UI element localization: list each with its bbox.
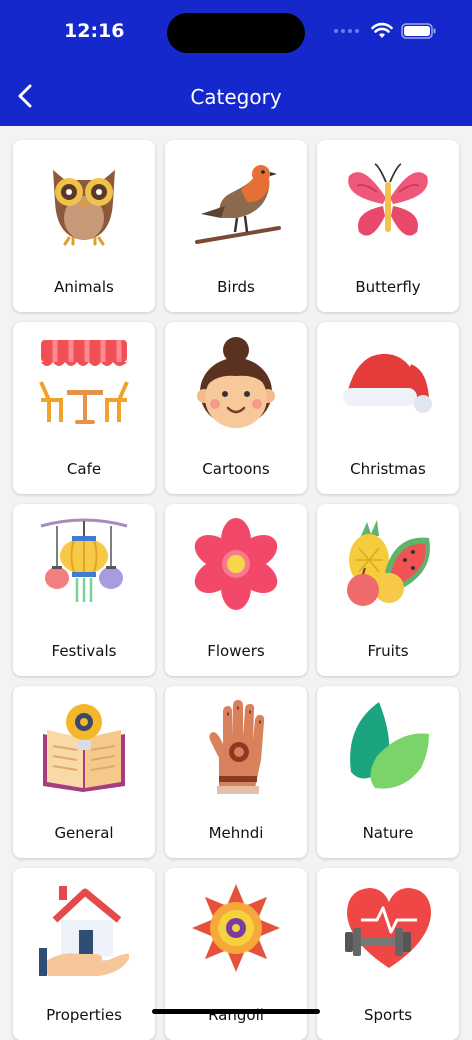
category-card-nature[interactable]: Nature [317, 686, 459, 858]
category-card-flowers[interactable]: Flowers [165, 504, 307, 676]
page-title: Category [190, 85, 282, 109]
wifi-icon [371, 22, 393, 38]
cartoon-face-icon [197, 337, 275, 428]
lantern-icon [40, 518, 128, 602]
dynamic-island [167, 13, 305, 53]
category-label: Sports [363, 1006, 413, 1024]
category-card-fruits[interactable]: Fruits [317, 504, 459, 676]
flower-icon [194, 518, 278, 610]
category-label: Butterfly [355, 278, 421, 296]
category-label: Fruits [367, 642, 409, 660]
category-label: Cartoons [202, 460, 270, 478]
santa-hat-icon [343, 353, 432, 413]
category-label: Christmas [350, 460, 426, 478]
battery-icon [401, 23, 436, 39]
leaf-icon [350, 702, 429, 789]
category-label: General [54, 824, 114, 842]
category-card-properties[interactable]: Properties [13, 868, 155, 1040]
category-card-animals[interactable]: Animals [13, 140, 155, 312]
category-label: Mehndi [208, 824, 264, 842]
heart-dumbbell-icon [345, 888, 431, 968]
app-header: 12:16 Category [0, 0, 472, 126]
butterfly-icon [348, 163, 428, 236]
category-card-cartoons[interactable]: Cartoons [165, 322, 307, 494]
fruits-icon [347, 520, 430, 606]
status-time: 12:16 [64, 20, 125, 42]
category-card-cafe[interactable]: Cafe [13, 322, 155, 494]
rangoli-icon [192, 884, 280, 972]
status-icons [334, 22, 437, 40]
category-label: Birds [217, 278, 255, 296]
book-idea-icon [43, 704, 125, 792]
henna-hand-icon [209, 700, 265, 794]
cellular-signal-icon [334, 29, 359, 33]
category-label: Festivals [51, 642, 117, 660]
category-card-rangoli[interactable]: Rangoli [165, 868, 307, 1040]
cafe-icon [39, 340, 129, 424]
category-card-birds[interactable]: Birds [165, 140, 307, 312]
bird-icon [195, 165, 281, 244]
home-indicator[interactable] [152, 1009, 320, 1014]
category-label: Animals [54, 278, 114, 296]
category-label: Flowers [207, 642, 265, 660]
category-card-sports[interactable]: Sports [317, 868, 459, 1040]
category-label: Properties [46, 1006, 122, 1024]
category-label: Cafe [66, 460, 102, 478]
category-card-general[interactable]: General [13, 686, 155, 858]
category-card-christmas[interactable]: Christmas [317, 322, 459, 494]
house-hand-icon [39, 886, 129, 976]
category-card-mehndi[interactable]: Mehndi [165, 686, 307, 858]
category-label: Nature [362, 824, 414, 842]
owl-icon [53, 170, 115, 246]
category-grid: Animals Birds Butterfly Cafe Cartoons Ch… [13, 140, 459, 1040]
category-card-butterfly[interactable]: Butterfly [317, 140, 459, 312]
category-card-festivals[interactable]: Festivals [13, 504, 155, 676]
